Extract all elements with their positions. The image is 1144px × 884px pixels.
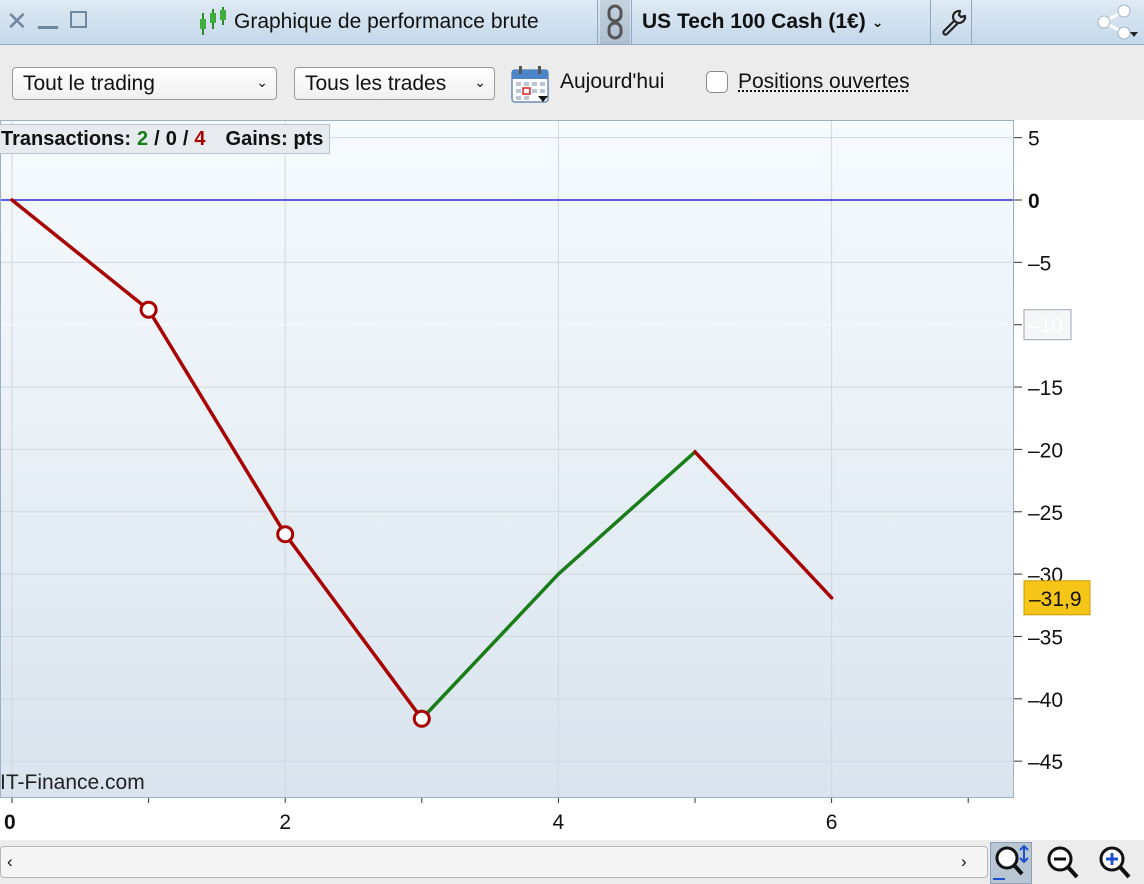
zoom-out-icon [1047,846,1079,879]
y-tick-label: –35 [1028,626,1063,649]
last-value-label: –31,9 [1029,588,1082,611]
x-tick-label: 2 [279,811,291,834]
series-segment [420,572,561,721]
x-tick-label: 4 [553,811,565,834]
y-tick-label: –5 [1028,252,1051,275]
horizontal-scrollbar[interactable]: ‹ › [0,846,988,878]
losses-count: 4 [194,127,206,150]
y-tick-label: 0 [1028,190,1040,213]
series-point-marker [412,709,431,728]
zoom-fit-icon [993,844,1029,880]
y-tick-label: 5 [1028,128,1040,151]
y-tick-label: –40 [1028,689,1063,712]
scroll-left-icon[interactable]: ‹ [7,852,13,872]
y-tick-label: –45 [1028,751,1063,774]
gains-label: Gains: pts [225,127,324,150]
separator: / [154,127,160,150]
series-segment [146,307,287,536]
neutral-count: 0 [165,127,177,150]
y-tick-label: –15 [1028,377,1063,400]
watermark: IT-Finance.com [0,771,145,794]
separator: / [182,127,189,150]
y-tick-label: –25 [1028,502,1063,525]
series-point-marker [139,300,158,319]
zoom-in-icon [1099,846,1131,879]
y-tick-label: –20 [1028,439,1063,462]
series-point-marker [276,525,295,544]
series-segment [693,450,834,600]
x-tick-label: 6 [826,811,838,834]
y-tick-label: –10 [1028,315,1063,338]
zoom-out-button[interactable] [1042,842,1084,884]
zoom-fit-button[interactable] [990,842,1032,884]
scroll-right-icon[interactable]: › [961,852,967,872]
transactions-summary: Transactions: 2 / 0 / 4 Gains: pts [0,124,331,154]
x-tick-label: 0 [4,811,16,834]
series-segment [556,450,697,576]
series-segment [10,198,151,312]
transactions-label: Transactions: [1,127,132,150]
zoom-in-button[interactable] [1094,842,1136,884]
series-segment [283,532,424,721]
wins-count: 2 [137,127,149,150]
